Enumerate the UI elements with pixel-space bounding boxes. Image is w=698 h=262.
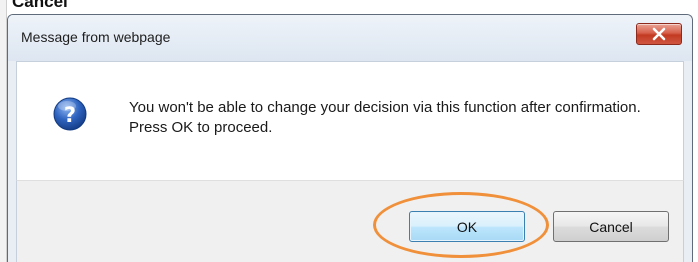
- page-left-edge: [0, 0, 7, 262]
- question-icon: ?: [53, 97, 87, 131]
- page-background-text: Cancel": [12, 0, 76, 11]
- close-button[interactable]: [636, 23, 682, 45]
- message-dialog: Message from webpage ? You won't be able…: [7, 14, 693, 262]
- close-icon: [652, 27, 666, 41]
- dialog-titlebar[interactable]: Message from webpage: [8, 15, 692, 61]
- cancel-button[interactable]: Cancel: [553, 211, 669, 242]
- svg-text:?: ?: [64, 103, 76, 127]
- dialog-button-bar: OK Cancel: [16, 180, 684, 262]
- dialog-message: You won't be able to change your decisio…: [129, 99, 641, 136]
- dialog-title: Message from webpage: [21, 29, 171, 45]
- dialog-content: ? You won't be able to change your decis…: [16, 61, 684, 180]
- ok-button[interactable]: OK: [409, 211, 525, 242]
